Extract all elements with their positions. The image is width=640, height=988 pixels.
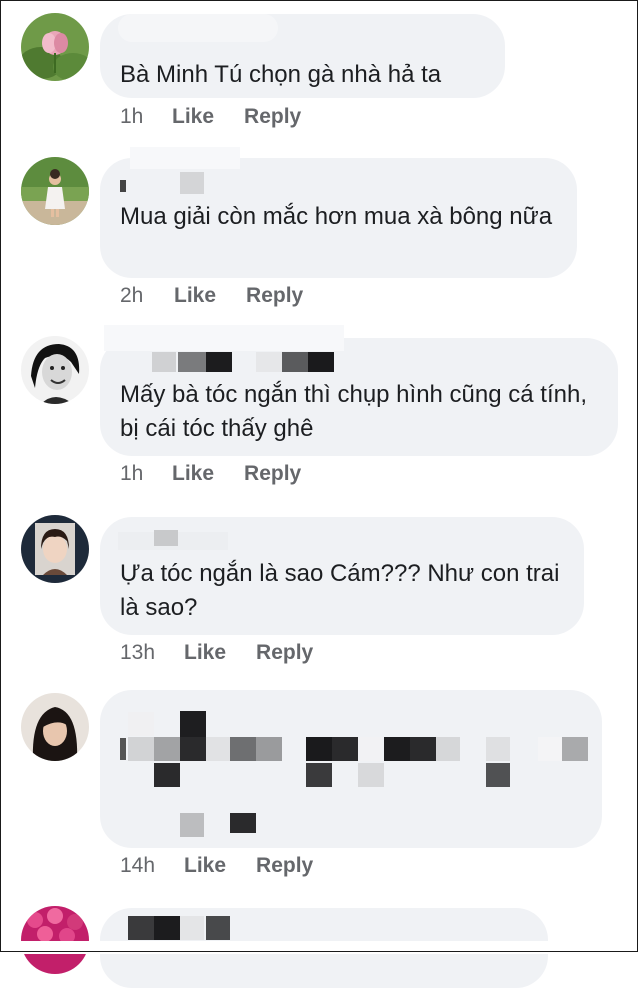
pixelated-name bbox=[206, 916, 230, 940]
pixelated-text bbox=[128, 737, 154, 761]
like-button[interactable]: Like bbox=[184, 854, 226, 878]
pixelated-text bbox=[154, 737, 180, 761]
pixelated-text bbox=[128, 712, 154, 736]
pixelated-name bbox=[308, 352, 334, 372]
reply-button[interactable]: Reply bbox=[244, 105, 301, 129]
comment-text: Mấy bà tóc ngắn thì chụp hình cũng cá tí… bbox=[120, 381, 587, 442]
pixelated-name bbox=[180, 172, 204, 194]
pixelated-text bbox=[306, 763, 332, 787]
like-button[interactable]: Like bbox=[174, 284, 216, 308]
pixelated-text bbox=[306, 737, 332, 761]
comment-actions: 13h Like Reply bbox=[120, 641, 313, 665]
pixelated-name bbox=[154, 530, 178, 546]
pixelated-text bbox=[538, 737, 562, 761]
reply-button[interactable]: Reply bbox=[244, 462, 301, 486]
pixelated-text bbox=[358, 763, 384, 787]
pixelated-text bbox=[120, 738, 126, 760]
pixelated-text bbox=[562, 737, 588, 761]
woman-bw-avatar-icon[interactable] bbox=[21, 336, 89, 404]
pixelated-text bbox=[332, 737, 358, 761]
reply-button[interactable]: Reply bbox=[256, 641, 313, 665]
comment-text: Ựa tóc ngắn là sao Cám??? Như con trai l… bbox=[120, 560, 560, 621]
reply-button[interactable]: Reply bbox=[246, 284, 303, 308]
child-avatar-icon[interactable] bbox=[21, 157, 89, 225]
author-name-redacted bbox=[104, 325, 344, 351]
comment-actions: 14h Like Reply bbox=[120, 854, 313, 878]
comment-time: 14h bbox=[120, 854, 156, 877]
comment-time: 2h bbox=[120, 284, 144, 307]
comment-time: 1h bbox=[120, 105, 144, 128]
pixelated-name bbox=[128, 916, 154, 940]
pixelated-text bbox=[230, 737, 256, 761]
pixelated-text bbox=[230, 813, 256, 833]
lotus-avatar-icon[interactable] bbox=[21, 13, 89, 81]
pixelated-text bbox=[180, 711, 206, 737]
pixelated-name bbox=[206, 352, 232, 372]
comment-bubble: Mua giải còn mắc hơn mua xà bông nữa bbox=[100, 158, 577, 278]
pixelated-text bbox=[154, 763, 180, 787]
pixelated-text bbox=[206, 737, 230, 761]
pixelated-name bbox=[256, 352, 282, 372]
pixelated-name bbox=[154, 916, 180, 940]
like-button[interactable]: Like bbox=[172, 105, 214, 129]
pixelated-name bbox=[120, 180, 126, 192]
pixelated-text bbox=[486, 737, 510, 761]
pixelated-text bbox=[384, 737, 410, 761]
pixelated-text bbox=[486, 763, 510, 787]
comment-actions: 1h Like Reply bbox=[120, 462, 301, 486]
comment-time: 1h bbox=[120, 462, 144, 485]
bottom-edge bbox=[0, 941, 640, 954]
comment-text: Mua giải còn mắc hơn mua xà bông nữa bbox=[120, 203, 553, 230]
comment-actions: 2h Like Reply bbox=[120, 284, 303, 308]
pixelated-name bbox=[152, 352, 176, 372]
pixelated-name bbox=[178, 352, 206, 372]
author-name-redacted bbox=[130, 147, 240, 169]
pixelated-text bbox=[436, 737, 460, 761]
pixelated-text bbox=[256, 737, 282, 761]
pixelated-text bbox=[180, 737, 206, 761]
comment-time: 13h bbox=[120, 641, 156, 664]
like-button[interactable]: Like bbox=[184, 641, 226, 665]
flowers-avatar-icon[interactable] bbox=[21, 906, 89, 974]
comment-text: Bà Minh Tú chọn gà nhà hả ta bbox=[120, 61, 442, 88]
author-name-redacted bbox=[118, 14, 278, 42]
pixelated-text bbox=[180, 813, 204, 837]
reply-button[interactable]: Reply bbox=[256, 854, 313, 878]
pixelated-text bbox=[410, 737, 436, 761]
girl-avatar-icon[interactable] bbox=[21, 515, 89, 583]
woman-dark-avatar-icon[interactable] bbox=[21, 693, 89, 761]
pixelated-name bbox=[282, 352, 308, 372]
pixelated-text bbox=[358, 737, 382, 761]
comment-actions: 1h Like Reply bbox=[120, 105, 301, 129]
pixelated-name bbox=[180, 916, 204, 940]
like-button[interactable]: Like bbox=[172, 462, 214, 486]
